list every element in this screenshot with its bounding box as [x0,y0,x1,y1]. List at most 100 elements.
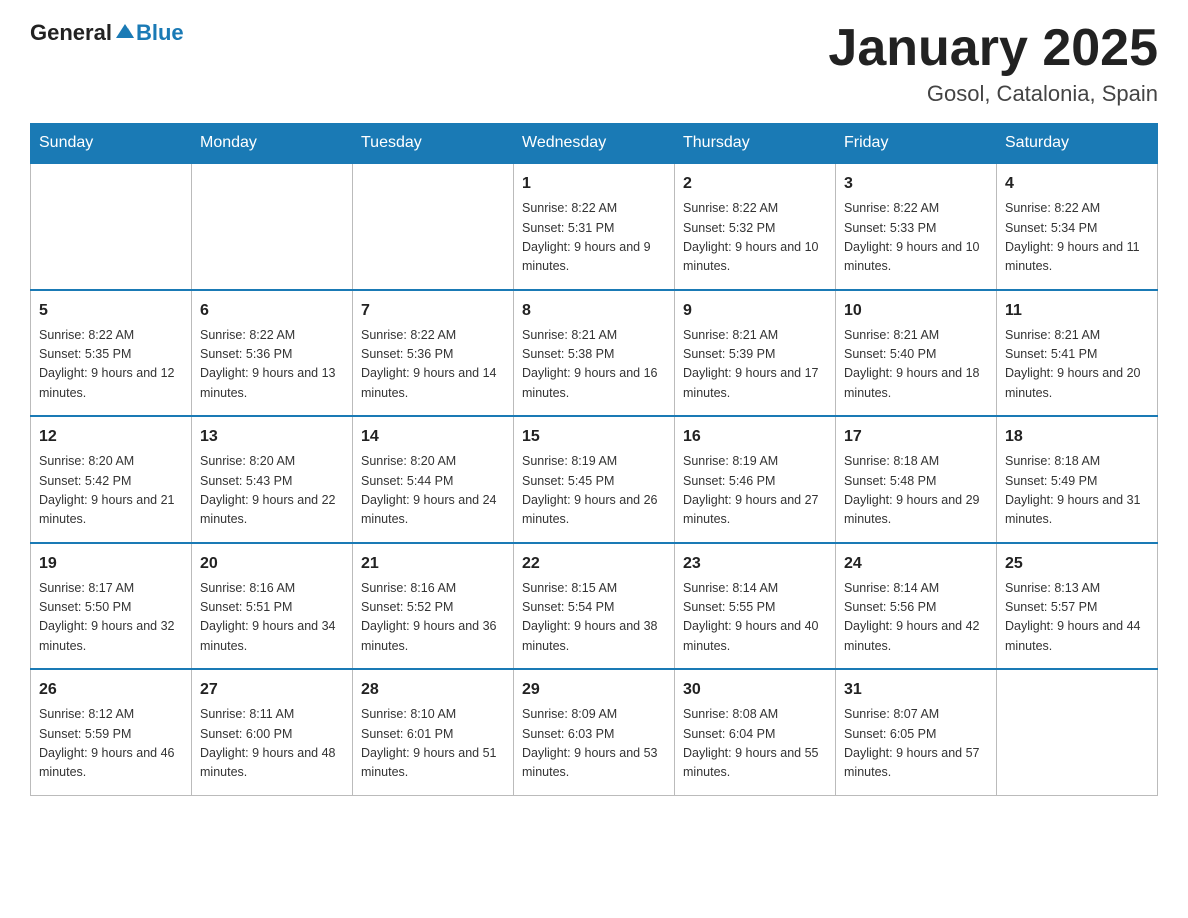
day-cell: 27 Sunrise: 8:11 AMSunset: 6:00 PMDayligh… [192,669,353,795]
day-cell: 22Sunrise: 8:15 AMSunset: 5:54 PMDayligh… [514,543,675,670]
day-cell: 19 Sunrise: 8:17 AMSunset: 5:50 PMDayligh… [31,543,192,670]
day-info: Sunrise: 8:21 AMSunset: 5:38 PMDaylight:… [522,326,666,404]
location-title: Gosol, Catalonia, Spain [828,81,1158,107]
day-cell: 9 Sunrise: 8:21 AMSunset: 5:39 PMDaylight… [675,290,836,417]
day-number: 27 [200,678,344,702]
day-cell: 20Sunrise: 8:16 AMSunset: 5:51 PMDayligh… [192,543,353,670]
day-number: 13 [200,425,344,449]
day-info: Sunrise: 8:16 AMSunset: 5:52 PMDaylight:… [361,579,505,657]
day-number: 7 [361,299,505,323]
logo-text-blue: Blue [136,20,184,46]
day-info: Sunrise: 8:22 AMSunset: 5:36 PMDaylight:… [361,326,505,404]
day-info: Sunrise: 8:07 AMSunset: 6:05 PMDaylight:… [844,705,988,783]
week-row-5: 26 Sunrise: 8:12 AMSunset: 5:59 PMDayligh… [31,669,1158,795]
day-info: Sunrise: 8:22 AMSunset: 5:36 PMDaylight:… [200,326,344,404]
day-number: 30 [683,678,827,702]
day-number: 26 [39,678,183,702]
day-cell: 7 Sunrise: 8:22 AMSunset: 5:36 PMDaylight… [353,290,514,417]
day-info: Sunrise: 8:11 AMSunset: 6:00 PMDaylight:… [200,705,344,783]
day-number: 19 [39,552,183,576]
day-info: Sunrise: 8:21 AMSunset: 5:39 PMDaylight:… [683,326,827,404]
header-cell-monday: Monday [192,124,353,164]
day-info: Sunrise: 8:18 AMSunset: 5:48 PMDaylight:… [844,452,988,530]
day-number: 9 [683,299,827,323]
day-cell: 21 Sunrise: 8:16 AMSunset: 5:52 PMDayligh… [353,543,514,670]
day-number: 5 [39,299,183,323]
day-cell: 12 Sunrise: 8:20 AMSunset: 5:42 PMDayligh… [31,416,192,543]
day-cell: 16 Sunrise: 8:19 AMSunset: 5:46 PMDayligh… [675,416,836,543]
day-info: Sunrise: 8:17 AMSunset: 5:50 PMDaylight:… [39,579,183,657]
day-cell: 3 Sunrise: 8:22 AMSunset: 5:33 PMDaylight… [836,163,997,290]
day-number: 11 [1005,299,1149,323]
day-info: Sunrise: 8:19 AMSunset: 5:46 PMDaylight:… [683,452,827,530]
day-cell: 1Sunrise: 8:22 AMSunset: 5:31 PMDaylight… [514,163,675,290]
calendar-header: SundayMondayTuesdayWednesdayThursdayFrid… [31,124,1158,164]
day-info: Sunrise: 8:13 AMSunset: 5:57 PMDaylight:… [1005,579,1149,657]
day-cell: 30 Sunrise: 8:08 AMSunset: 6:04 PMDayligh… [675,669,836,795]
day-number: 8 [522,299,666,323]
day-info: Sunrise: 8:22 AMSunset: 5:33 PMDaylight:… [844,199,988,277]
day-info: Sunrise: 8:22 AMSunset: 5:35 PMDaylight:… [39,326,183,404]
day-cell: 10Sunrise: 8:21 AMSunset: 5:40 PMDayligh… [836,290,997,417]
day-number: 29 [522,678,666,702]
day-info: Sunrise: 8:19 AMSunset: 5:45 PMDaylight:… [522,452,666,530]
day-number: 21 [361,552,505,576]
day-number: 16 [683,425,827,449]
day-cell: 29Sunrise: 8:09 AMSunset: 6:03 PMDayligh… [514,669,675,795]
week-row-1: 1Sunrise: 8:22 AMSunset: 5:31 PMDaylight… [31,163,1158,290]
day-number: 23 [683,552,827,576]
day-cell [192,163,353,290]
day-info: Sunrise: 8:20 AMSunset: 5:42 PMDaylight:… [39,452,183,530]
day-info: Sunrise: 8:16 AMSunset: 5:51 PMDaylight:… [200,579,344,657]
day-info: Sunrise: 8:21 AMSunset: 5:41 PMDaylight:… [1005,326,1149,404]
day-cell: 2Sunrise: 8:22 AMSunset: 5:32 PMDaylight… [675,163,836,290]
calendar-body: 1Sunrise: 8:22 AMSunset: 5:31 PMDaylight… [31,163,1158,795]
day-info: Sunrise: 8:20 AMSunset: 5:43 PMDaylight:… [200,452,344,530]
calendar-table: SundayMondayTuesdayWednesdayThursdayFrid… [30,123,1158,796]
day-cell [997,669,1158,795]
day-number: 15 [522,425,666,449]
day-cell: 8 Sunrise: 8:21 AMSunset: 5:38 PMDaylight… [514,290,675,417]
day-info: Sunrise: 8:22 AMSunset: 5:34 PMDaylight:… [1005,199,1149,277]
day-number: 31 [844,678,988,702]
day-info: Sunrise: 8:12 AMSunset: 5:59 PMDaylight:… [39,705,183,783]
day-cell [31,163,192,290]
month-title: January 2025 [828,20,1158,77]
day-cell: 5 Sunrise: 8:22 AMSunset: 5:35 PMDaylight… [31,290,192,417]
day-info: Sunrise: 8:15 AMSunset: 5:54 PMDaylight:… [522,579,666,657]
day-number: 17 [844,425,988,449]
day-cell: 11 Sunrise: 8:21 AMSunset: 5:41 PMDayligh… [997,290,1158,417]
day-number: 4 [1005,172,1149,196]
logo-icon [114,20,136,42]
week-row-4: 19 Sunrise: 8:17 AMSunset: 5:50 PMDayligh… [31,543,1158,670]
day-info: Sunrise: 8:14 AMSunset: 5:56 PMDaylight:… [844,579,988,657]
day-cell: 28 Sunrise: 8:10 AMSunset: 6:01 PMDayligh… [353,669,514,795]
day-number: 18 [1005,425,1149,449]
day-cell [353,163,514,290]
day-number: 28 [361,678,505,702]
page-header: General Blue January 2025 Gosol, Catalon… [30,20,1158,107]
day-cell: 25 Sunrise: 8:13 AMSunset: 5:57 PMDayligh… [997,543,1158,670]
header-cell-thursday: Thursday [675,124,836,164]
day-number: 12 [39,425,183,449]
day-cell: 13 Sunrise: 8:20 AMSunset: 5:43 PMDayligh… [192,416,353,543]
header-cell-friday: Friday [836,124,997,164]
day-cell: 6Sunrise: 8:22 AMSunset: 5:36 PMDaylight… [192,290,353,417]
day-number: 24 [844,552,988,576]
day-info: Sunrise: 8:08 AMSunset: 6:04 PMDaylight:… [683,705,827,783]
header-cell-saturday: Saturday [997,124,1158,164]
logo: General Blue [30,20,184,46]
day-number: 14 [361,425,505,449]
day-cell: 15 Sunrise: 8:19 AMSunset: 5:45 PMDayligh… [514,416,675,543]
day-number: 3 [844,172,988,196]
week-row-2: 5 Sunrise: 8:22 AMSunset: 5:35 PMDaylight… [31,290,1158,417]
day-info: Sunrise: 8:10 AMSunset: 6:01 PMDaylight:… [361,705,505,783]
day-number: 25 [1005,552,1149,576]
day-cell: 24 Sunrise: 8:14 AMSunset: 5:56 PMDayligh… [836,543,997,670]
day-cell: 17 Sunrise: 8:18 AMSunset: 5:48 PMDayligh… [836,416,997,543]
week-row-3: 12 Sunrise: 8:20 AMSunset: 5:42 PMDayligh… [31,416,1158,543]
day-info: Sunrise: 8:18 AMSunset: 5:49 PMDaylight:… [1005,452,1149,530]
header-cell-sunday: Sunday [31,124,192,164]
logo-text-general: General [30,20,112,46]
day-number: 10 [844,299,988,323]
